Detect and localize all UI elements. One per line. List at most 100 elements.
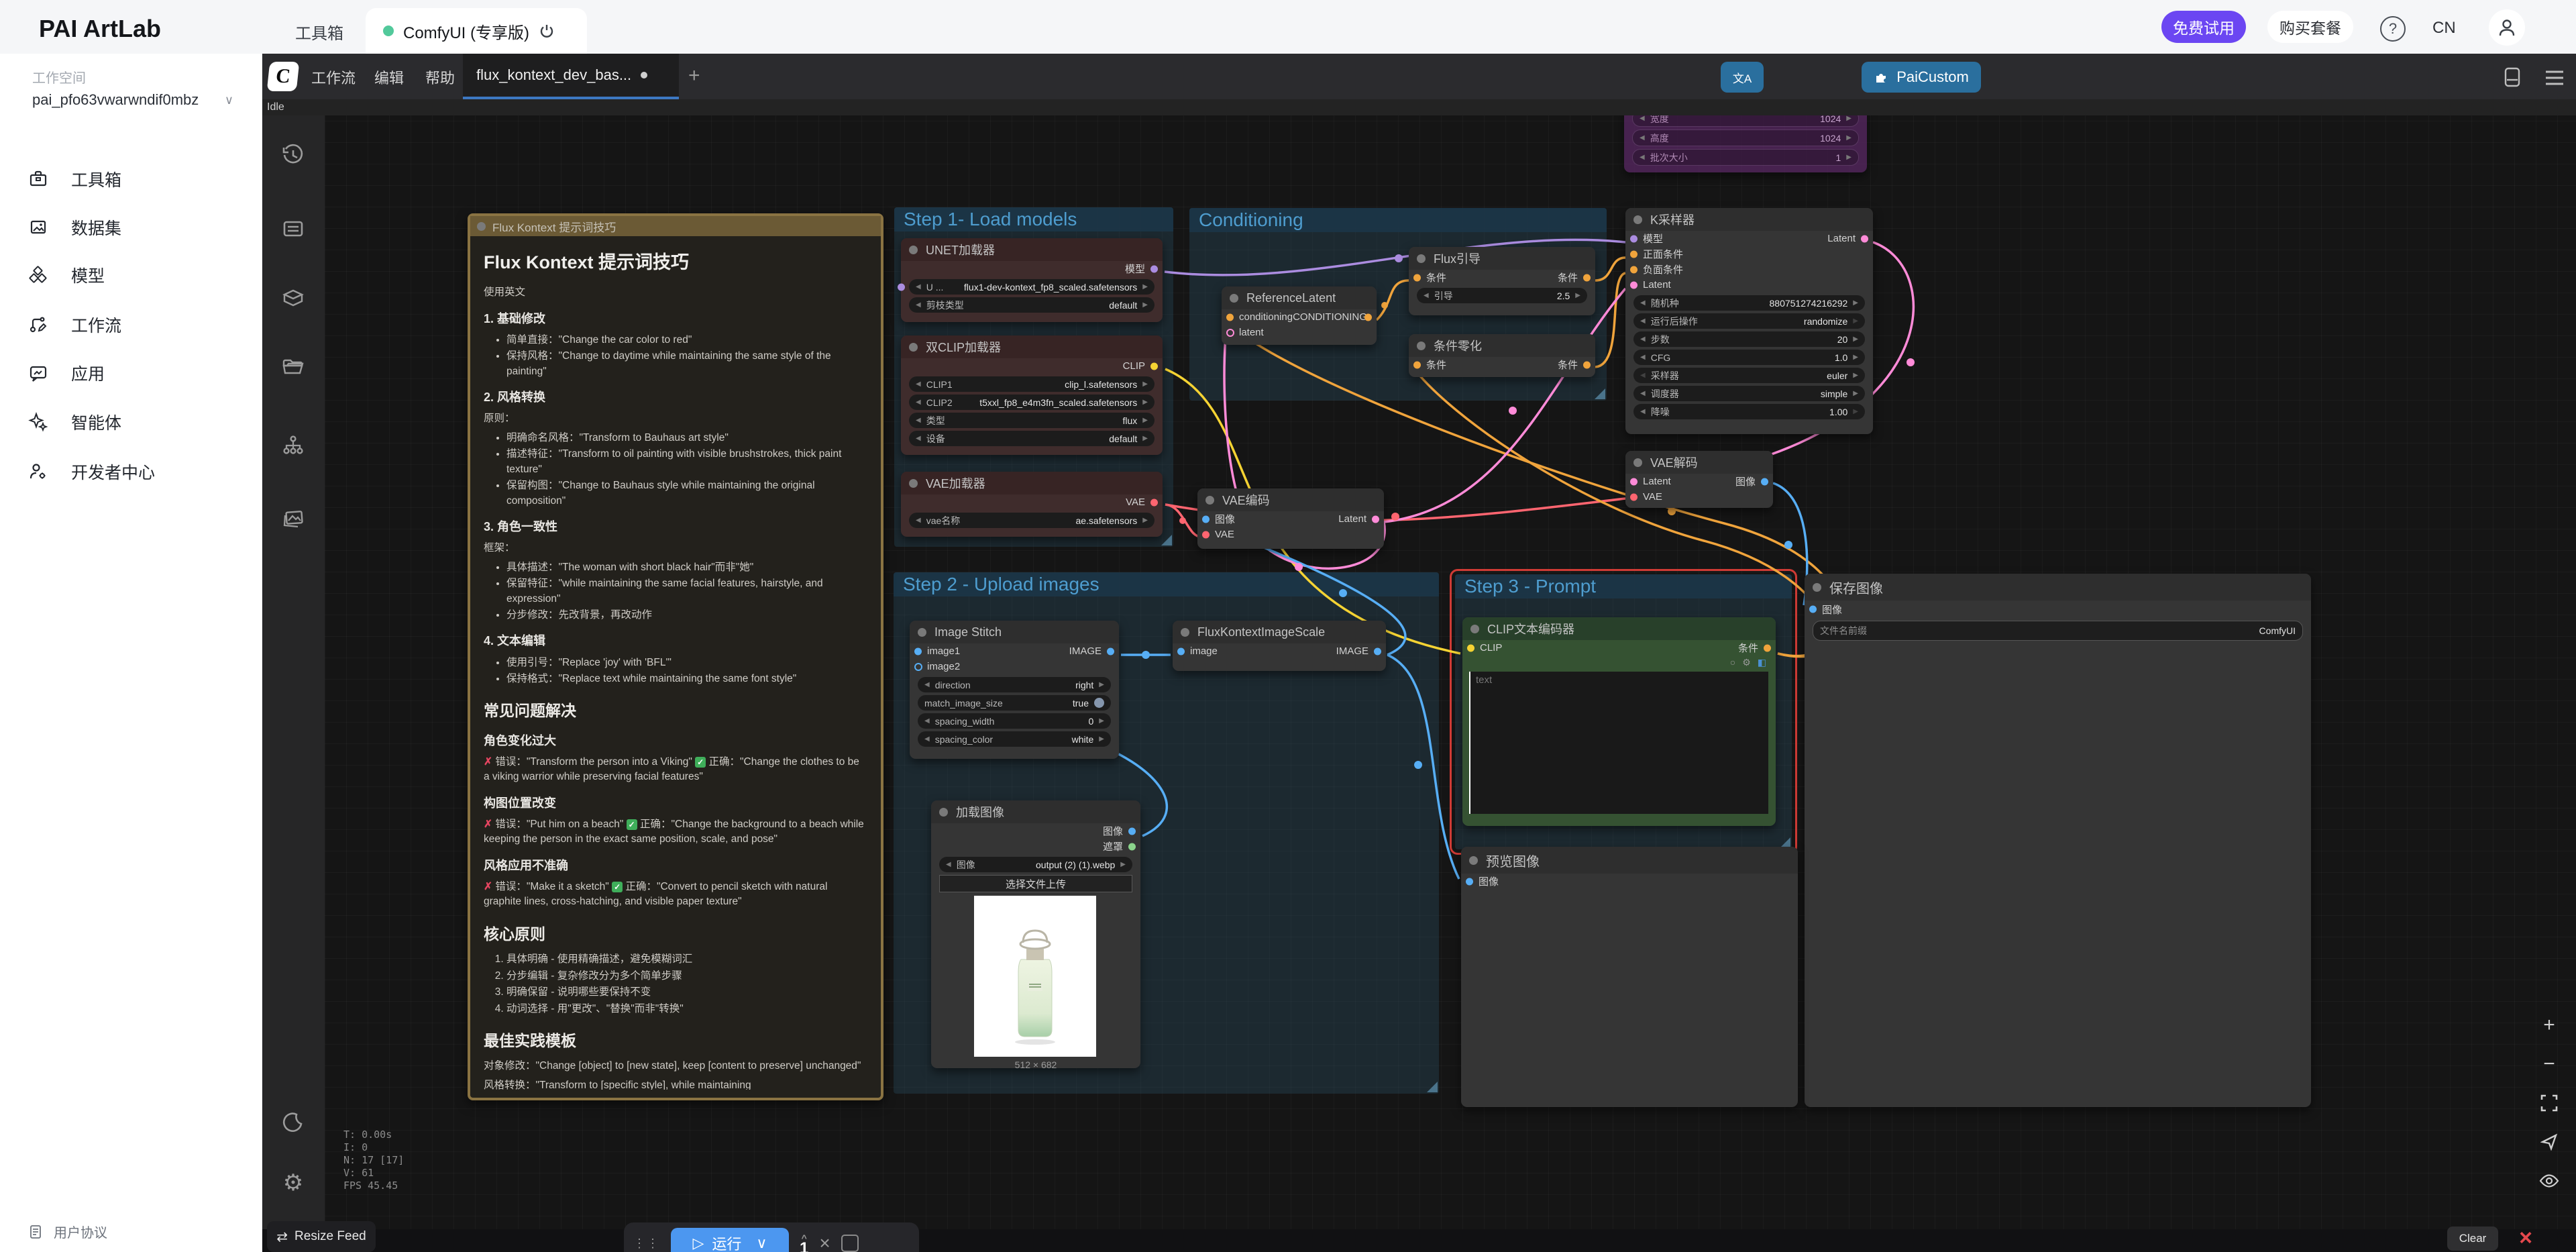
port-latent-in[interactable] bbox=[1226, 329, 1234, 337]
user-avatar[interactable] bbox=[2489, 9, 2525, 46]
note-node[interactable]: Flux Kontext 提示词技巧 Flux Kontext 提示词技巧 使用… bbox=[468, 213, 883, 1100]
gallery-icon[interactable] bbox=[278, 503, 309, 534]
menu-edit[interactable]: 编辑 bbox=[374, 66, 404, 88]
visibility-button[interactable] bbox=[2533, 1165, 2565, 1197]
port-conditioning-out[interactable] bbox=[1364, 313, 1372, 321]
widget-clip-type[interactable]: ◀类型flux▶ bbox=[909, 413, 1155, 428]
port-unet-widget-in[interactable] bbox=[898, 283, 905, 291]
language-switch[interactable]: CN bbox=[2432, 19, 2456, 38]
port-latent-in[interactable] bbox=[1630, 478, 1638, 485]
zoom-out-button[interactable]: − bbox=[2533, 1048, 2565, 1080]
collapse-dot[interactable] bbox=[1470, 625, 1479, 633]
port-clip-in[interactable] bbox=[1467, 644, 1474, 651]
port-cond-in[interactable] bbox=[1413, 274, 1421, 281]
sidebar-item-models[interactable]: 模型 bbox=[0, 254, 262, 297]
widget-control-after-generate[interactable]: ◀运行后操作randomize▶ bbox=[1633, 313, 1865, 329]
free-trial-button[interactable]: 免费试用 bbox=[2161, 11, 2246, 43]
port-mask-out[interactable] bbox=[1128, 843, 1136, 850]
drag-handle[interactable]: ⋮⋮ bbox=[633, 1237, 660, 1251]
port-conditioning-in[interactable] bbox=[1226, 313, 1234, 321]
upload-button[interactable]: 选择文件上传 bbox=[939, 875, 1132, 892]
circle-icon[interactable]: ○ bbox=[1730, 657, 1735, 668]
node-clip-text-encode[interactable]: CLIP文本编码器 CLIP 条件 ○ ⚙ ◧ bbox=[1462, 617, 1776, 826]
collapse-dot[interactable] bbox=[1417, 342, 1426, 350]
port-image-in[interactable] bbox=[1177, 647, 1185, 655]
sidebar-item-apps[interactable]: 应用 bbox=[0, 352, 262, 395]
widget-match-image-size[interactable]: match_image_sizetrue bbox=[918, 695, 1111, 711]
port-image-in[interactable] bbox=[1466, 878, 1473, 885]
resize-feed-button[interactable]: ⇄ Resize Feed bbox=[267, 1221, 376, 1252]
node-reference-latent[interactable]: ReferenceLatent conditioning CONDITIONIN… bbox=[1222, 286, 1377, 345]
collapse-dot[interactable] bbox=[918, 628, 926, 637]
speaker-icon[interactable]: ◧ bbox=[1758, 657, 1766, 668]
panel-toggle-icon[interactable] bbox=[2501, 66, 2524, 92]
node-vae-decode[interactable]: VAE解码 Latent 图像 VAE bbox=[1625, 451, 1773, 508]
widget-image-file[interactable]: ◀图像output (2) (1).webp▶ bbox=[939, 857, 1132, 872]
port-cond-out[interactable] bbox=[1764, 644, 1771, 651]
collapse-dot[interactable] bbox=[939, 808, 948, 817]
collapse-dot[interactable] bbox=[909, 343, 918, 352]
workspace-selector[interactable]: pai_pfo63vwarwndif0mbz ∨ bbox=[32, 91, 233, 109]
widget-unet-name[interactable]: ◀U ... flux1-dev-kontext_fp8_scaled.safe… bbox=[909, 279, 1155, 295]
node-unet-loader[interactable]: UNET加载器 模型 ◀U ... flux1-dev-kontext_fp8_… bbox=[901, 238, 1163, 322]
collapse-dot[interactable] bbox=[1633, 215, 1642, 224]
queue-box-icon[interactable] bbox=[841, 1235, 859, 1252]
sidebar-item-workflows[interactable]: 工作流 bbox=[0, 303, 262, 346]
prompt-textarea[interactable] bbox=[1469, 672, 1768, 814]
paicustom-button[interactable]: PaiCustom bbox=[1862, 62, 1981, 93]
widget-steps[interactable]: ◀步数20▶ bbox=[1633, 331, 1865, 347]
workflows-folder-icon[interactable] bbox=[278, 352, 309, 382]
port-model-in[interactable] bbox=[1630, 235, 1638, 242]
collapse-dot[interactable] bbox=[1633, 458, 1642, 467]
port-image-in[interactable] bbox=[1809, 606, 1817, 613]
collapse-dot[interactable] bbox=[1813, 583, 1821, 592]
collapse-dot[interactable] bbox=[909, 479, 918, 488]
close-feed-icon[interactable]: × bbox=[2510, 1224, 2541, 1252]
node-ksampler[interactable]: K采样器 模型 Latent 正面条件 负面条件 Latent ◀随机种8807… bbox=[1625, 208, 1873, 434]
port-image2-in[interactable] bbox=[914, 663, 922, 671]
widget-vae-name[interactable]: ◀vae名称ae.safetensors▶ bbox=[909, 513, 1155, 528]
zoom-in-button[interactable]: + bbox=[2533, 1009, 2565, 1041]
collapse-dot[interactable] bbox=[1205, 496, 1214, 505]
port-image-out[interactable] bbox=[1374, 647, 1381, 655]
widget-spacing-color[interactable]: ◀spacing_colorwhite▶ bbox=[918, 731, 1111, 747]
pai-artlab-logo[interactable]: PAI ArtLab bbox=[39, 15, 161, 43]
port-model-out[interactable] bbox=[1150, 265, 1158, 272]
widget-cfg[interactable]: ◀CFG1.0▶ bbox=[1633, 350, 1865, 365]
widget-clip1[interactable]: ◀CLIP1clip_l.safetensors▶ bbox=[909, 376, 1155, 392]
queue-icon[interactable] bbox=[278, 213, 309, 244]
node-flux-kontext-image-scale[interactable]: FluxKontextImageScale image IMAGE bbox=[1173, 621, 1386, 671]
help-icon[interactable]: ? bbox=[2380, 16, 2406, 42]
comfyui-logo[interactable]: C bbox=[267, 62, 300, 91]
widget-direction[interactable]: ◀directionright▶ bbox=[918, 677, 1111, 692]
node-flux-guidance[interactable]: Flux引导 条件 条件 ◀ 引导 2.5▶ bbox=[1409, 247, 1595, 315]
node-vae-encode[interactable]: VAE编码 图像 Latent VAE bbox=[1197, 488, 1384, 549]
port-image-out[interactable] bbox=[1761, 478, 1768, 485]
collapse-dot[interactable] bbox=[477, 222, 486, 231]
port-cond-out[interactable] bbox=[1583, 274, 1591, 281]
widget-scheduler[interactable]: ◀调度器simple▶ bbox=[1633, 386, 1865, 401]
batch-count-stepper[interactable]: ^ 1 bbox=[800, 1233, 808, 1252]
collapse-dot[interactable] bbox=[1469, 856, 1478, 865]
widget-spacing-width[interactable]: ◀spacing_width0▶ bbox=[918, 713, 1111, 729]
run-options-chevron[interactable]: ∨ bbox=[756, 1235, 767, 1252]
port-vae-in[interactable] bbox=[1630, 493, 1638, 501]
select-mode-button[interactable] bbox=[2533, 1126, 2565, 1158]
port-vae-out[interactable] bbox=[1150, 499, 1158, 506]
widget-device[interactable]: ◀设备default▶ bbox=[909, 431, 1155, 446]
power-icon[interactable] bbox=[539, 23, 555, 39]
widget-seed[interactable]: ◀随机种880751274216292▶ bbox=[1633, 295, 1865, 311]
history-icon[interactable] bbox=[278, 140, 309, 170]
run-button[interactable]: ▷ 运行 ∨ bbox=[671, 1228, 789, 1252]
node-map-icon[interactable] bbox=[278, 429, 309, 460]
port-image-out[interactable] bbox=[1107, 647, 1114, 655]
port-clip-out[interactable] bbox=[1150, 362, 1158, 370]
port-image-out[interactable] bbox=[1128, 827, 1136, 835]
widget-sampler[interactable]: ◀采样器euler▶ bbox=[1633, 368, 1865, 383]
menu-toggle-icon[interactable] bbox=[2544, 68, 2565, 91]
new-workflow-button[interactable]: + bbox=[688, 64, 700, 87]
widget-clip2[interactable]: ◀CLIP2t5xxl_fp8_e4m3fn_scaled.safetensor… bbox=[909, 395, 1155, 410]
widget-filename-prefix[interactable]: 文件名前缀 ComfyUI bbox=[1813, 621, 2303, 641]
sidebar-item-dataset[interactable]: 数据集 bbox=[0, 206, 262, 249]
port-positive-in[interactable] bbox=[1630, 250, 1638, 258]
